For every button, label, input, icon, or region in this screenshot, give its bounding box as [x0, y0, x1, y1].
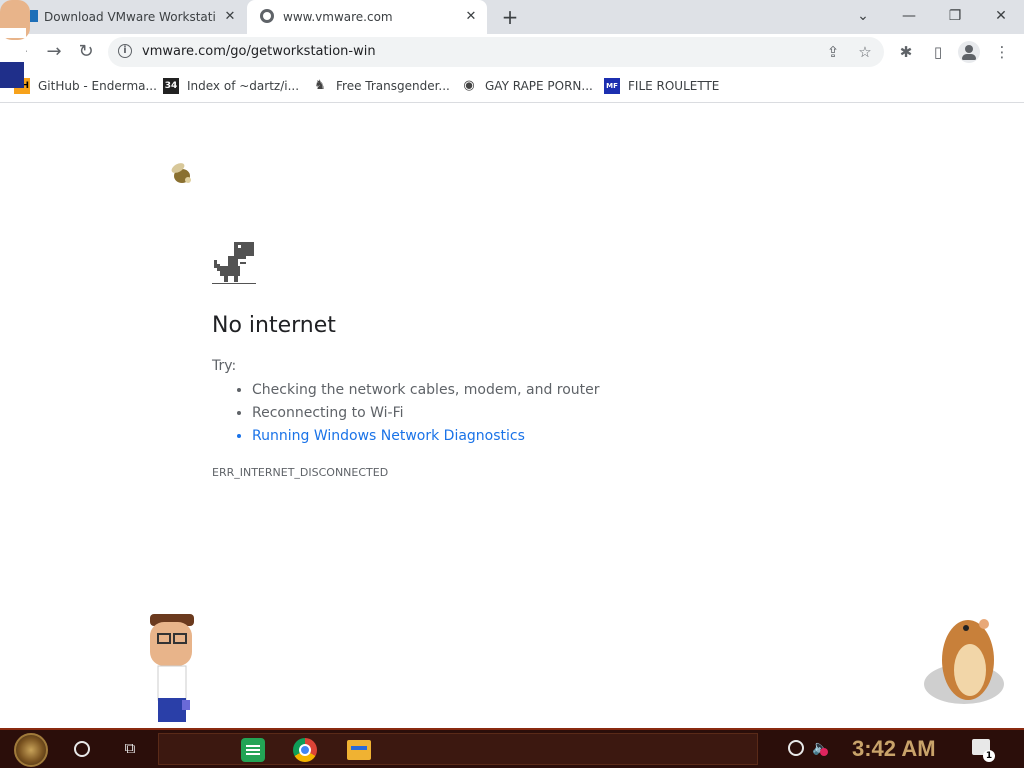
- bookmark-star-icon[interactable]: ☆: [854, 41, 876, 63]
- cartoon-man-bottom-icon: [150, 614, 194, 722]
- tab-search-button[interactable]: ⌄: [850, 4, 876, 28]
- extensions-icon[interactable]: ✱: [894, 40, 918, 64]
- horse-favicon-icon: ♞: [314, 78, 326, 93]
- chrome-app-icon[interactable]: [293, 738, 317, 762]
- tab-close-icon[interactable]: ✕: [463, 9, 479, 25]
- error-code: ERR_INTERNET_DISCONNECTED: [212, 466, 389, 479]
- bookmark-index-of-dartz[interactable]: 34 Index of ~dartz/i...: [163, 77, 299, 95]
- list-item: Checking the network cables, modem, and …: [252, 380, 600, 403]
- sheets-app-icon[interactable]: [241, 738, 265, 762]
- tab-close-icon[interactable]: ✕: [222, 9, 238, 25]
- network-globe-icon[interactable]: [788, 740, 804, 756]
- bookmark-free-transgender[interactable]: ♞ Free Transgender...: [312, 77, 450, 95]
- tab-strip: Download VMware Workstation ✕ www.vmware…: [0, 0, 1024, 34]
- pinned-apps-area: [158, 733, 758, 765]
- file-explorer-icon[interactable]: [347, 740, 371, 760]
- profile-avatar-icon[interactable]: [958, 41, 980, 63]
- suggestion-list: Checking the network cables, modem, and …: [212, 380, 600, 449]
- bookmark-label: FILE ROULETTE: [628, 79, 720, 93]
- hamster-icon: [924, 619, 1004, 704]
- bookmark-gay-rape-porn[interactable]: ◉ GAY RAPE PORN...: [461, 77, 593, 95]
- reload-button[interactable]: ↻: [74, 40, 98, 64]
- tab-download-vmware[interactable]: Download VMware Workstation ✕: [0, 0, 246, 34]
- clock[interactable]: 3:42 AM: [852, 736, 936, 762]
- bookmark-label: Index of ~dartz/i...: [187, 79, 300, 93]
- address-bar[interactable]: i vmware.com/go/getworkstation-win ⇪ ☆: [108, 37, 884, 67]
- mf-favicon-icon: MF: [604, 78, 620, 94]
- try-label: Try:: [212, 358, 237, 374]
- forward-button[interactable]: →: [42, 40, 66, 64]
- globe-favicon-icon: ◉: [463, 78, 475, 93]
- network-diagnostics-link[interactable]: Running Windows Network Diagnostics: [252, 426, 600, 449]
- site-info-icon[interactable]: i: [118, 44, 132, 58]
- minimize-button[interactable]: —: [896, 4, 922, 28]
- new-tab-button[interactable]: +: [499, 6, 521, 28]
- bookmark-file-roulette[interactable]: MF FILE ROULETTE: [604, 77, 719, 95]
- bookmark-label: GitHub - Enderma...: [38, 79, 157, 93]
- list-item: Reconnecting to Wi-Fi: [252, 403, 600, 426]
- start-button[interactable]: [14, 733, 48, 767]
- restore-button[interactable]: ❐: [942, 4, 968, 28]
- search-circle-icon[interactable]: [74, 741, 90, 757]
- close-window-button[interactable]: ✕: [988, 4, 1014, 28]
- cartoon-man-top-icon: [0, 0, 30, 88]
- side-panel-icon[interactable]: ▯: [926, 40, 950, 64]
- browser-toolbar: ← → ↻ i vmware.com/go/getworkstation-win…: [0, 34, 1024, 70]
- share-icon[interactable]: ⇪: [822, 41, 844, 63]
- chrome-menu-icon[interactable]: ⋮: [990, 40, 1014, 64]
- task-view-icon[interactable]: ⧉: [120, 739, 140, 757]
- bookmark-label: Free Transgender...: [336, 79, 450, 93]
- taskbar: ⧉ 🔈 3:42 AM 1: [0, 728, 1024, 768]
- tab-title: Download VMware Workstation: [44, 10, 216, 24]
- mute-indicator-icon: [820, 748, 828, 756]
- tab-vmware-com[interactable]: www.vmware.com ✕: [247, 0, 487, 34]
- url-text[interactable]: vmware.com/go/getworkstation-win: [142, 44, 376, 59]
- index-favicon-icon: 34: [163, 78, 179, 94]
- offline-dino-icon[interactable]: [212, 242, 256, 286]
- flying-insect-icon: [171, 163, 191, 183]
- page-title: No internet: [212, 313, 336, 338]
- tab-title: www.vmware.com: [283, 10, 393, 24]
- bookmark-label: GAY RAPE PORN...: [485, 79, 593, 93]
- bookmarks-bar: PH GitHub - Enderma... 34 Index of ~dart…: [0, 70, 1024, 103]
- notification-count-badge: 1: [983, 750, 995, 762]
- globe-favicon-icon: [260, 9, 274, 23]
